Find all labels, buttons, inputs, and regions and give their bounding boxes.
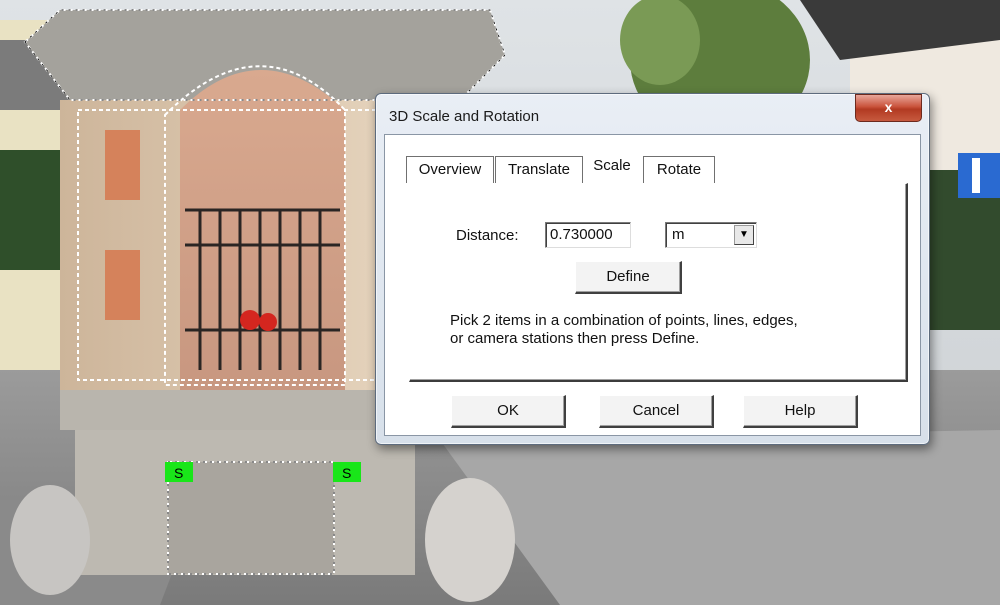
close-button[interactable]: x	[855, 94, 922, 122]
hint-line-2: or camera stations then press Define.	[450, 330, 700, 347]
unit-select-value: m	[672, 226, 685, 243]
tab-overview[interactable]: Overview	[406, 156, 494, 183]
dialog-title: 3D Scale and Rotation	[389, 108, 540, 125]
distance-input[interactable]: 0.730000	[545, 222, 631, 248]
tab-translate-label: Translate	[508, 161, 570, 178]
cancel-button[interactable]: Cancel	[599, 395, 714, 428]
scale-marker-left-label: S	[174, 465, 183, 481]
scale-marker-right-label: S	[342, 465, 351, 481]
hint-line-1: Pick 2 items in a combination of points,…	[450, 312, 798, 329]
scale-rotation-dialog: 3D Scale and Rotation x Overview Transla…	[375, 93, 930, 445]
close-icon: x	[884, 99, 893, 115]
chevron-down-icon[interactable]: ▼	[734, 225, 754, 245]
help-button[interactable]: Help	[743, 395, 858, 428]
tab-translate[interactable]: Translate	[495, 156, 583, 183]
ok-button[interactable]: OK	[451, 395, 566, 428]
tab-scale[interactable]: Scale	[584, 153, 640, 183]
define-button[interactable]: Define	[575, 261, 682, 294]
unit-select[interactable]: m ▼	[665, 222, 757, 248]
distance-label: Distance:	[456, 227, 519, 244]
tab-rotate[interactable]: Rotate	[643, 156, 715, 183]
tab-overview-label: Overview	[418, 161, 482, 178]
tab-scale-label: Scale	[593, 157, 631, 174]
dialog-client-area: Overview Translate Scale Rotate Distance…	[384, 134, 921, 436]
tab-rotate-label: Rotate	[656, 161, 702, 178]
